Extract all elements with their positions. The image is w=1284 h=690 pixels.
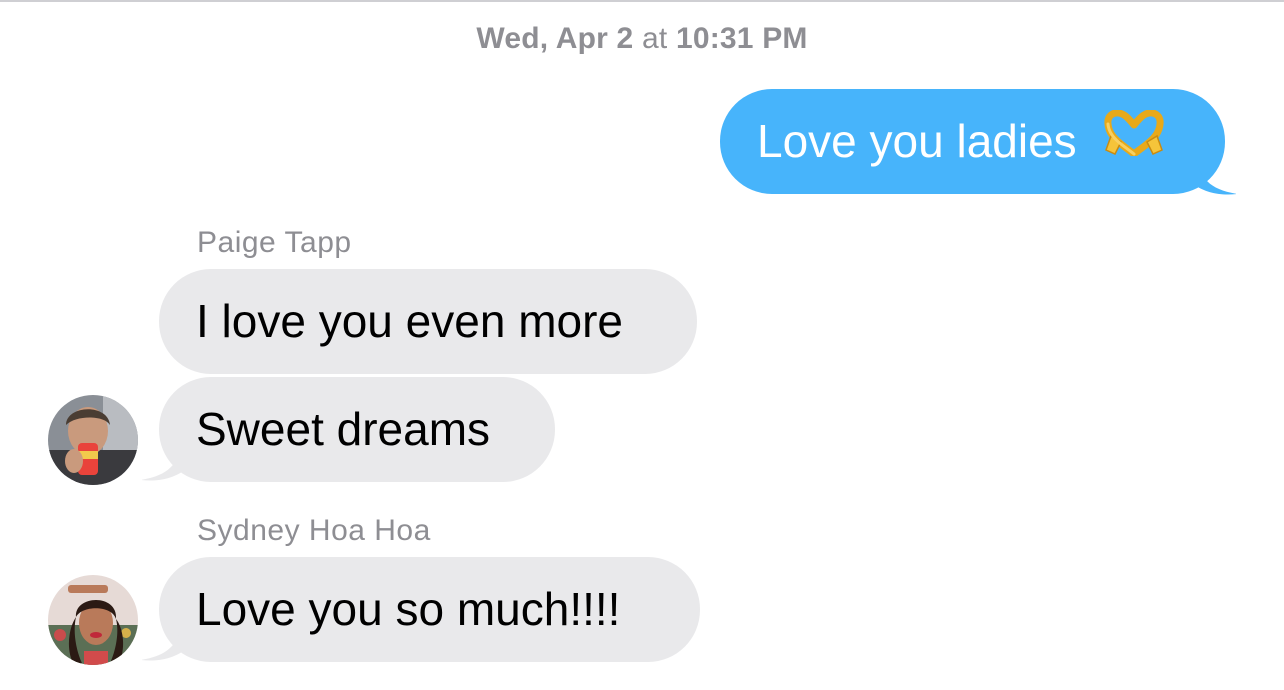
- timestamp-at: at: [641, 22, 668, 55]
- outgoing-bubble-tail: [1196, 158, 1236, 195]
- sender-name-paige: Paige Tapp: [197, 226, 352, 259]
- message-text: Love you so much!!!!: [196, 583, 621, 635]
- message-timestamp: Wed, Apr 2 at 10:31 PM: [0, 22, 1284, 56]
- message-text: I love you even more: [196, 295, 624, 347]
- incoming-message-bubble[interactable]: Sweet dreams: [159, 377, 555, 482]
- message-text: Love you ladies: [757, 115, 1077, 167]
- outgoing-message-bubble[interactable]: Love you ladies: [720, 89, 1225, 194]
- timestamp-time: 10:31 PM: [675, 22, 808, 55]
- top-divider: [0, 0, 1284, 2]
- incoming-bubble-tail: [142, 624, 182, 661]
- incoming-message-bubble[interactable]: Love you so much!!!!: [159, 557, 700, 662]
- paige-avatar[interactable]: [48, 395, 138, 485]
- sydney-avatar[interactable]: [48, 575, 138, 665]
- incoming-bubble-tail: [142, 444, 182, 481]
- message-text: Sweet dreams: [196, 403, 491, 455]
- heart-hands-icon: [1103, 88, 1165, 193]
- incoming-message-bubble[interactable]: I love you even more: [159, 269, 697, 374]
- timestamp-date: Wed, Apr 2: [476, 22, 634, 55]
- sender-name-sydney: Sydney Hoa Hoa: [197, 514, 431, 547]
